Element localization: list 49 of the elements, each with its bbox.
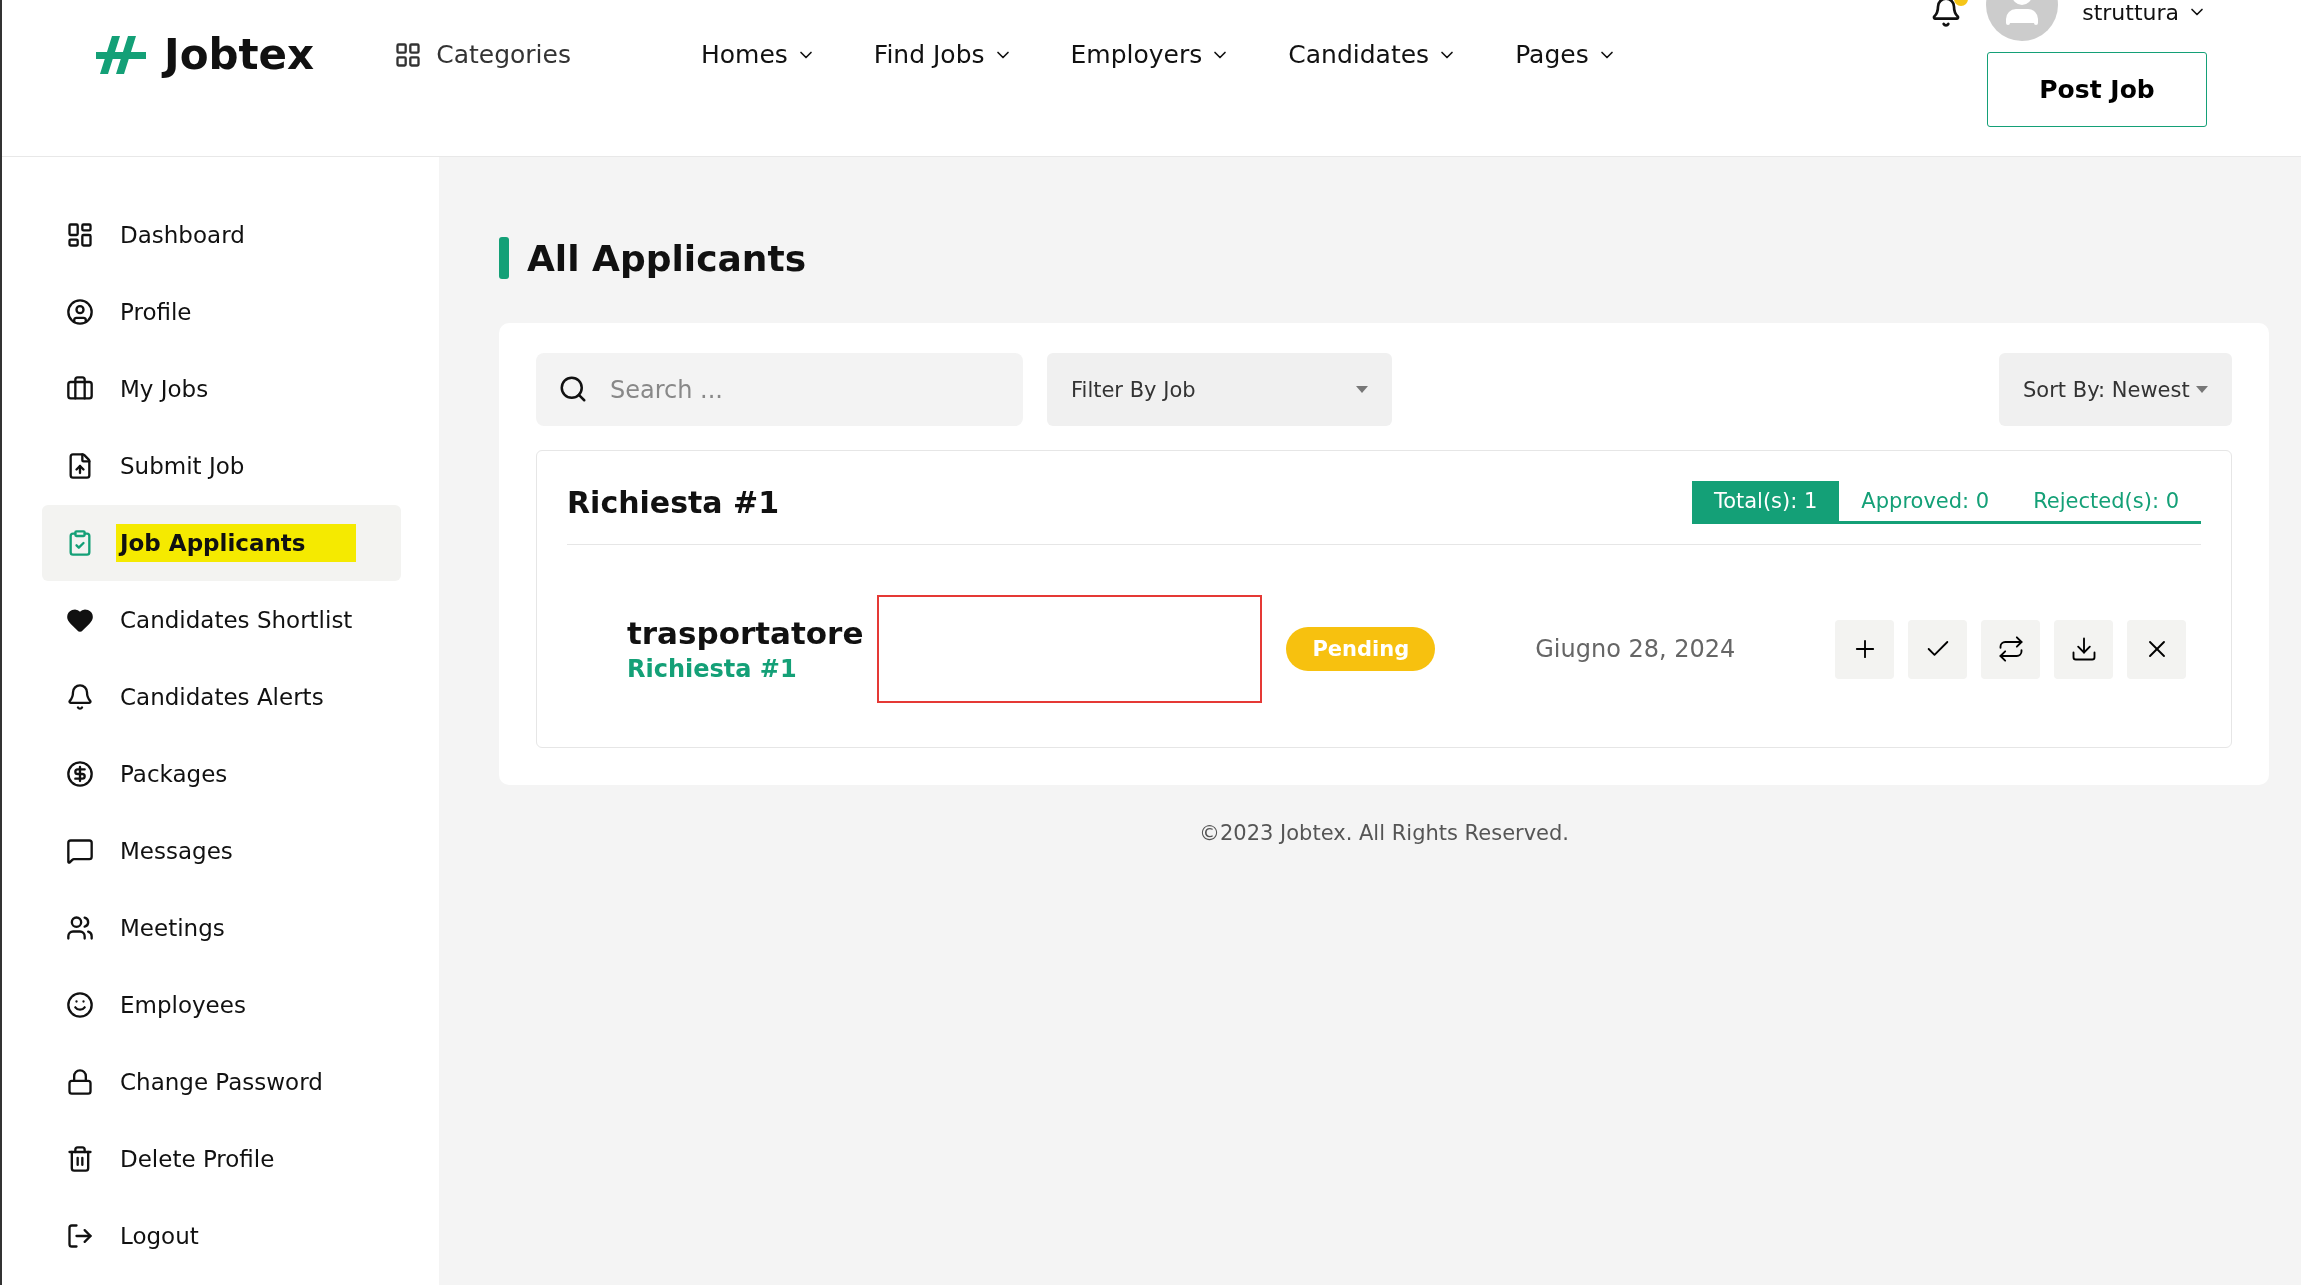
nav-menu-item[interactable]: Pages [1515,40,1617,69]
dashboard-icon [66,221,94,249]
page-title: All Applicants [527,237,807,279]
logout-icon [66,1222,94,1250]
search-icon [558,374,588,404]
message-icon [66,837,94,865]
applicant-name: trasportatore [627,615,864,651]
sidebar-item[interactable]: Logout [42,1198,401,1274]
lock-icon [66,1068,94,1096]
job-title: Richiesta #1 [567,485,780,520]
title-accent-bar [499,237,509,279]
sidebar-item[interactable]: Job Applicants [42,505,401,581]
action-button[interactable] [2054,619,2114,679]
search-field[interactable]: Search ... [536,353,1023,426]
post-job-button[interactable]: Post Job [1987,52,2207,127]
nav-menu-item[interactable]: Find Jobs [873,40,1013,69]
sidebar-item[interactable]: My Jobs [42,351,401,427]
nav-menu-item[interactable]: Candidates [1288,40,1458,69]
user-icon [66,298,94,326]
people-icon [66,914,94,942]
sidebar-item[interactable]: Messages [42,813,401,889]
dollar-icon [66,760,94,788]
sidebar-item[interactable]: Meetings [42,890,401,966]
applied-date: Giugno 28, 2024 [1535,635,1736,663]
trash-icon [66,1145,94,1173]
sort-dropdown[interactable]: Sort By: Newest [1999,353,2232,426]
sidebar-item[interactable]: Change Password [42,1044,401,1120]
filter-dropdown[interactable]: Filter By Job [1047,353,1392,426]
categories-link[interactable]: Categories [394,40,571,69]
heart-icon [66,606,94,634]
sidebar-item[interactable]: Submit Job [42,428,401,504]
sidebar-item[interactable]: Packages [42,736,401,812]
nav-menu-item[interactable]: Homes [700,40,816,69]
action-button[interactable] [1981,619,2041,679]
copyright-text: ©2023 Jobtex. All Rights Reserved. [1197,821,1571,845]
briefcase-icon [66,375,94,403]
bell-icon [66,683,94,711]
sidebar-item[interactable]: Dashboard [42,197,401,273]
face-icon [66,991,94,1019]
sidebar-item[interactable]: Employees [42,967,401,1043]
grid-icon [394,40,423,69]
sidebar-item[interactable]: Profile [42,274,401,350]
sidebar-item[interactable]: Candidates Shortlist [42,582,401,658]
nav-menu-item[interactable]: Employers [1070,40,1231,69]
sidebar-item[interactable]: Delete Profile [42,1121,401,1197]
status-badge: Pending [1286,627,1436,671]
action-button[interactable] [2127,619,2187,679]
user-menu[interactable]: struttura [2082,0,2207,25]
sidebar-item[interactable]: Candidates Alerts [42,659,401,735]
